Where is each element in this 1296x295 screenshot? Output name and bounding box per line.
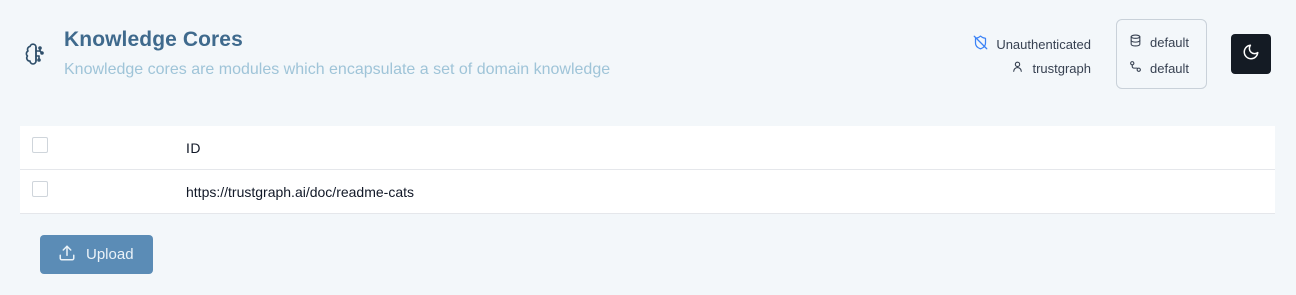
row-id-cell: https://trustgraph.ai/doc/readme-cats bbox=[186, 184, 414, 200]
page-header: Knowledge Cores Knowledge cores are modu… bbox=[0, 0, 1296, 110]
table-header-row: ID bbox=[20, 126, 1275, 170]
context-selector[interactable]: default default bbox=[1116, 19, 1207, 89]
collection-label: default bbox=[1150, 34, 1190, 50]
select-all-checkbox[interactable] bbox=[32, 137, 48, 153]
workflow-icon bbox=[1129, 60, 1150, 76]
auth-user-label: trustgraph bbox=[1032, 60, 1091, 76]
collection-row: default bbox=[1129, 33, 1206, 51]
shield-off-icon bbox=[973, 35, 996, 53]
upload-label: Upload bbox=[86, 246, 134, 263]
table-row[interactable]: https://trustgraph.ai/doc/readme-cats bbox=[20, 170, 1275, 214]
auth-user: trustgraph bbox=[951, 58, 1091, 78]
page-title: Knowledge Cores bbox=[64, 28, 243, 51]
moon-icon bbox=[1242, 43, 1260, 66]
flow-row: default bbox=[1129, 59, 1206, 77]
user-icon bbox=[1011, 60, 1032, 76]
auth-info: Unauthenticated trustgraph bbox=[951, 34, 1091, 82]
flow-label: default bbox=[1150, 60, 1190, 76]
upload-icon bbox=[58, 244, 86, 266]
column-header-id[interactable]: ID bbox=[186, 140, 201, 156]
row-checkbox[interactable] bbox=[32, 181, 48, 197]
page-subtitle: Knowledge cores are modules which encaps… bbox=[64, 61, 611, 78]
knowledge-cores-table: ID https://trustgraph.ai/doc/readme-cats bbox=[20, 126, 1275, 214]
database-icon bbox=[1129, 34, 1150, 50]
brain-icon bbox=[24, 42, 48, 66]
auth-status-label: Unauthenticated bbox=[996, 36, 1091, 52]
auth-status: Unauthenticated bbox=[951, 34, 1091, 54]
upload-button[interactable]: Upload bbox=[40, 235, 153, 274]
theme-toggle-button[interactable] bbox=[1231, 34, 1271, 74]
